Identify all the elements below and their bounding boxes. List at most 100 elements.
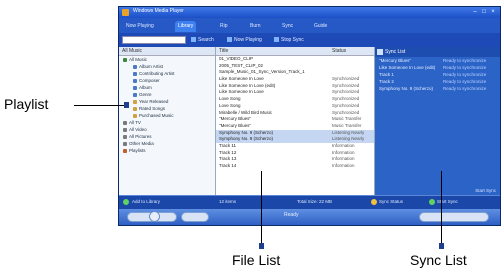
playlist-item-icon [133, 99, 137, 104]
playlist-item[interactable]: All Pictures [119, 133, 215, 140]
playlist-item-icon [133, 106, 137, 111]
file-list-callout-line [261, 171, 262, 243]
file-status: Music Transfer [332, 122, 362, 128]
sync-title: "Mercury Blues" [379, 58, 411, 63]
file-row[interactable]: Love Song Synchronized [216, 96, 374, 103]
playlist-callout-label: Playlist [4, 96, 49, 112]
col-title-header[interactable]: Title [219, 48, 228, 54]
file-row[interactable]: Track 14 Information [216, 163, 374, 170]
now-playing-button[interactable]: Now Playing [227, 37, 262, 43]
playlist-item[interactable]: All Video [119, 126, 215, 133]
search-label: Search [198, 37, 214, 43]
file-status: Information [332, 149, 355, 155]
file-status: Synchronized [332, 96, 360, 102]
sync-title: Like Someone In Love (edit) [379, 65, 436, 70]
file-row[interactable]: Like Someone In Love (edit) Synchronized [216, 83, 374, 90]
file-list-header: Title Status [216, 47, 374, 56]
file-row[interactable]: "Mercury Blues" Music Transfer [216, 116, 374, 123]
minimize-icon[interactable]: – [472, 9, 478, 15]
sync-list-callout-label: Sync List [410, 252, 467, 268]
file-row[interactable]: Love Song Synchronized [216, 103, 374, 110]
playlist-tree: All Music Album Artist Contributing Artist… [119, 56, 215, 154]
file-row[interactable]: Like Someone In Love Synchronized [216, 76, 374, 83]
sync-list-callout-marker [439, 243, 444, 249]
playlist-item[interactable]: Other Media [119, 140, 215, 147]
playlist-item-label: Album Artist [139, 64, 164, 69]
playlist-item[interactable]: All Music [119, 56, 215, 63]
file-row[interactable]: Track 13 Information [216, 156, 374, 163]
app-icon [122, 9, 129, 16]
now-playing-text: Ready [284, 212, 299, 218]
sync-list-callout-line [441, 171, 442, 243]
status-bar: Add to Library 12 items Total Size: 22 M… [119, 195, 500, 209]
seek-bar[interactable] [419, 212, 489, 222]
search-input[interactable] [122, 36, 186, 44]
tab-guide[interactable]: Guide [311, 21, 330, 32]
search-icon [191, 37, 196, 43]
file-title: Love Song [219, 102, 241, 108]
file-title: Sample_Music_01_Sync_Version_Track_1 [219, 69, 305, 75]
file-list-callout-label: File List [232, 252, 281, 268]
playlist-item[interactable]: Purchased Music [119, 112, 215, 119]
playlist-callout-marker [124, 102, 129, 108]
playlist-item-label: Genre [139, 92, 152, 97]
playlist-item[interactable]: Year Released [119, 98, 215, 105]
playlist-item[interactable]: Rated Songs [119, 105, 215, 112]
playlist-item-label: Other Media [129, 141, 154, 146]
playlist-item[interactable]: Composer [119, 77, 215, 84]
playlist-item[interactable]: Playlists [119, 147, 215, 154]
item-count: 12 items [219, 199, 237, 204]
maximize-icon[interactable]: □ [481, 9, 487, 15]
playlist-item-icon [123, 127, 127, 132]
media-player-window: Windows Media Player – □ × Now Playing L… [118, 6, 501, 226]
playlist-item[interactable]: Genre [119, 91, 215, 98]
file-row[interactable]: 2005_TEST_CLIP_02 [216, 63, 374, 70]
file-row[interactable]: Sample_Music_01_Sync_Version_Track_1 [216, 69, 374, 76]
search-button[interactable]: Search [191, 37, 214, 43]
playlist-item[interactable]: Album Artist [119, 63, 215, 70]
file-list-callout-marker [259, 243, 264, 249]
sync-status: Ready to synchronize [443, 86, 487, 91]
sync-row[interactable]: Track 2 Ready to synchronize [375, 78, 500, 85]
file-title: "Mercury Blues" [219, 122, 251, 128]
file-title: Mirabelle / Wild Bird Music [219, 109, 273, 115]
playlist-pane: All Music All Music Album Artist Contribut… [119, 47, 216, 196]
playlist-item-icon [123, 57, 127, 62]
sync-row[interactable]: Like Someone In Love (edit) Ready to sync… [375, 64, 500, 71]
playlist-item[interactable]: Album [119, 84, 215, 91]
col-status-header[interactable]: Status [332, 47, 346, 55]
file-title: Track 14 [219, 163, 237, 168]
close-icon[interactable]: × [490, 9, 496, 15]
playlist-item-icon [123, 134, 127, 139]
stop-sync-label: Stop Sync [281, 37, 304, 43]
tab-now-playing[interactable]: Now Playing [123, 21, 157, 32]
file-row[interactable]: Track 12 Information [216, 150, 374, 157]
playlist-item-label: Rated Songs [139, 106, 166, 111]
file-row[interactable]: 01_VIDEO_CLIP [216, 56, 374, 63]
add-to-library-link[interactable]: Add to Library [132, 199, 160, 204]
playlist-item-label: Composer [139, 78, 160, 83]
playlist-item-icon [133, 64, 137, 69]
file-row[interactable]: Track 11 Information [216, 143, 374, 150]
file-row[interactable]: Symphony No. 9 (Scherzo) Listening Nearly [216, 136, 374, 143]
sync-row[interactable]: Symphony No. 9 (Scherzo) Ready to synchro… [375, 85, 500, 92]
sync-list-title: Sync List [385, 49, 406, 55]
playlist-item[interactable]: All TV [119, 119, 215, 126]
sync-row[interactable]: "Mercury Blues" Ready to synchronize [375, 57, 500, 64]
sync-title: Track 2 [379, 79, 394, 84]
file-row[interactable]: Mirabelle / Wild Bird Music Synchronized [216, 110, 374, 117]
tab-sync[interactable]: Sync [279, 21, 296, 32]
file-row[interactable]: Symphony No. 9 (Scherzo) Listening Nearly [216, 129, 374, 137]
stop-sync-button[interactable]: Stop Sync [274, 37, 304, 43]
sync-row[interactable]: Track 1 Ready to synchronize [375, 71, 500, 78]
file-row[interactable]: "Mercury Blues" Music Transfer [216, 123, 374, 130]
file-row[interactable]: Like Someone In Love Synchronized [216, 89, 374, 96]
play-icon[interactable] [149, 211, 160, 222]
playlist-item[interactable]: Contributing Artist [119, 70, 215, 77]
playlist-item-label: Album [139, 85, 152, 90]
start-sync-link[interactable]: Start Sync [475, 188, 496, 193]
tab-burn[interactable]: Burn [247, 21, 264, 32]
volume-control[interactable] [181, 212, 209, 222]
tab-library[interactable]: Library [175, 21, 197, 32]
tab-rip[interactable]: Rip [217, 21, 231, 32]
